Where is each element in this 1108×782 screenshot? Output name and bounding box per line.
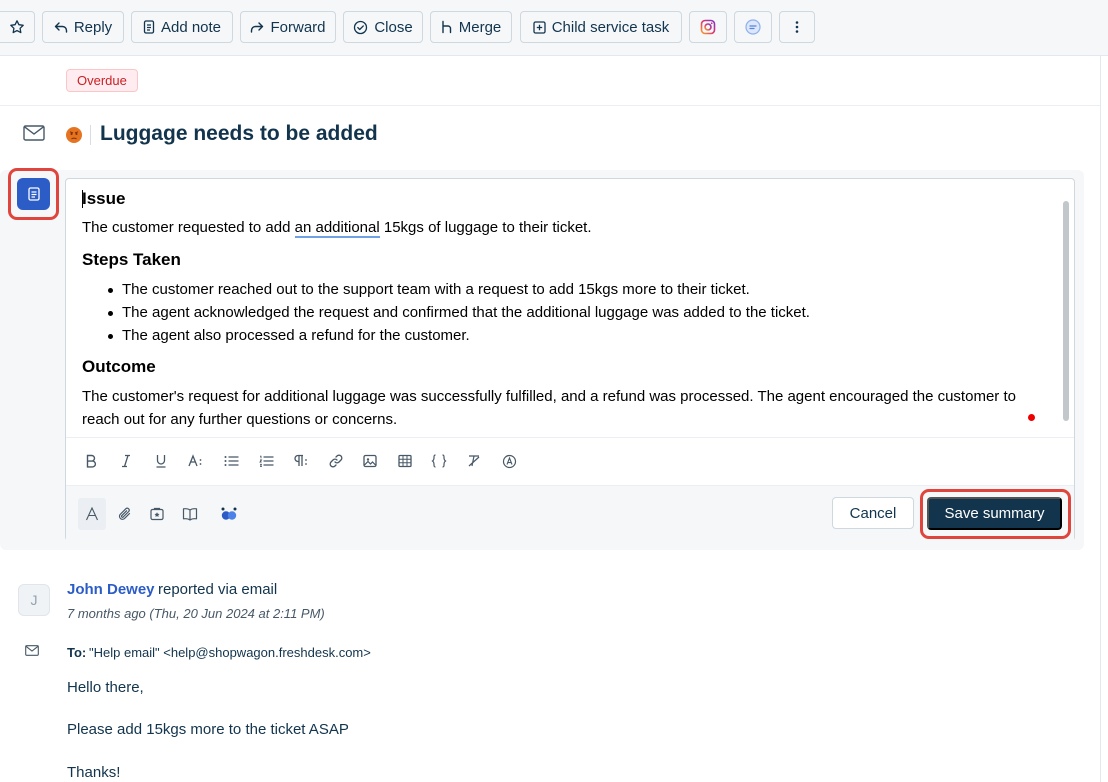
to-label: To: (67, 645, 87, 660)
paragraph-format-button[interactable] (290, 450, 312, 472)
paragraph-icon (294, 454, 307, 466)
paperclip-icon (118, 507, 131, 520)
clear-formatting-button[interactable] (463, 450, 485, 472)
text-format-toggle[interactable] (78, 498, 106, 530)
title-separator (90, 125, 91, 145)
status-badge: Overdue (66, 69, 138, 92)
outcome-heading: Outcome (82, 357, 156, 376)
steps-list: The customer reached out to the support … (108, 280, 810, 349)
ticket-toolbar: Reply Add note Forward Close Merge Child… (0, 0, 1108, 56)
insert-table-button[interactable] (394, 450, 416, 472)
message-line: Thanks! (67, 764, 121, 781)
add-square-icon (533, 20, 546, 34)
reply-icon (54, 22, 68, 33)
close-button[interactable]: Close (343, 11, 423, 43)
formatting-toolbar (66, 437, 1074, 485)
steps-heading: Steps Taken (82, 250, 181, 269)
add-note-button[interactable]: Add note (131, 11, 233, 43)
spell-check-button[interactable] (498, 450, 520, 472)
angry-sentiment-icon (66, 127, 82, 143)
merge-button[interactable]: Merge (430, 11, 512, 43)
scrollbar-thumb[interactable] (1063, 201, 1069, 421)
code-button[interactable] (428, 450, 450, 472)
instagram-icon (700, 19, 716, 35)
list-item: The agent also processed a refund for th… (108, 326, 810, 349)
divider (0, 105, 1100, 106)
issue-heading: Issue (82, 189, 126, 208)
outcome-paragraph: The customer's request for additional lu… (82, 388, 1016, 428)
knowledge-base-button[interactable] (176, 498, 204, 530)
bullet-list-icon (224, 456, 238, 466)
table-icon (398, 454, 412, 468)
more-vertical-icon (795, 21, 799, 33)
child-service-task-label: Child service task (551, 18, 670, 36)
add-note-label: Add note (160, 18, 222, 36)
save-summary-button[interactable]: Save summary (927, 497, 1062, 530)
image-icon (363, 454, 377, 468)
summary-editor[interactable]: Issue The customer requested to add an a… (65, 178, 1075, 541)
close-label: Close (374, 18, 413, 36)
font-size-icon (188, 454, 202, 467)
to-address: "Help email" <help@shopwagon.freshdesk.c… (89, 645, 371, 660)
spellcheck-marked-text[interactable]: an additional (294, 219, 380, 238)
numbered-list-icon (258, 455, 273, 467)
issue-paragraph: The customer requested to add an additio… (82, 219, 592, 238)
message-timestamp: 7 months ago (Thu, 20 Jun 2024 at 2:11 P… (67, 606, 325, 621)
italic-icon (122, 454, 130, 468)
notification-dot (1028, 414, 1035, 421)
assist-button[interactable] (734, 11, 772, 43)
freddy-ai-button[interactable] (215, 498, 243, 530)
email-icon (23, 125, 45, 141)
numbered-list-button[interactable] (255, 450, 277, 472)
document-icon (27, 187, 40, 201)
more-options-button[interactable] (779, 11, 815, 43)
chat-bubble-icon (745, 19, 761, 35)
clear-format-icon (468, 455, 480, 467)
list-item: The customer reached out to the support … (108, 280, 810, 303)
underline-button[interactable] (150, 450, 172, 472)
bold-icon (86, 454, 97, 468)
avatar: J (18, 584, 50, 616)
instagram-button[interactable] (689, 11, 727, 43)
font-size-button[interactable] (185, 450, 207, 472)
message-line: Please add 15kgs more to the ticket ASAP (67, 721, 349, 738)
bold-button[interactable] (80, 450, 102, 472)
attach-button[interactable] (111, 498, 139, 530)
forward-label: Forward (270, 18, 326, 36)
reported-via-text: reported via email (158, 581, 278, 598)
text-format-icon (86, 507, 98, 521)
list-item: The agent acknowledged the request and c… (108, 303, 810, 326)
insert-image-button[interactable] (359, 450, 381, 472)
star-button[interactable] (0, 11, 35, 43)
italic-button[interactable] (115, 450, 137, 472)
reply-button[interactable]: Reply (42, 11, 124, 43)
pane-divider (1100, 56, 1101, 782)
spell-check-icon (502, 454, 516, 468)
merge-label: Merge (458, 18, 502, 36)
link-icon (329, 454, 343, 468)
insert-link-button[interactable] (325, 450, 347, 472)
underline-icon (156, 455, 166, 468)
canned-response-icon (150, 507, 164, 521)
ticket-title: Luggage needs to be added (100, 122, 378, 145)
check-circle-icon (354, 20, 368, 34)
cancel-button[interactable]: Cancel (832, 497, 914, 529)
merge-icon (442, 20, 451, 34)
message-line: Hello there, (67, 679, 144, 696)
star-icon (10, 20, 24, 34)
forward-button[interactable]: Forward (240, 11, 336, 43)
note-icon (143, 20, 155, 34)
reply-label: Reply (73, 18, 113, 36)
requester-name-link[interactable]: John Dewey (67, 581, 155, 598)
bulleted-list-button[interactable] (220, 450, 242, 472)
forward-icon (251, 22, 264, 33)
canned-response-button[interactable] (143, 498, 171, 530)
summary-toggle[interactable] (17, 178, 50, 210)
code-braces-icon (431, 454, 447, 468)
child-service-task-button[interactable]: Child service task (520, 11, 682, 43)
book-icon (182, 508, 198, 521)
freddy-ai-icon (221, 507, 237, 520)
email-icon (25, 645, 39, 656)
